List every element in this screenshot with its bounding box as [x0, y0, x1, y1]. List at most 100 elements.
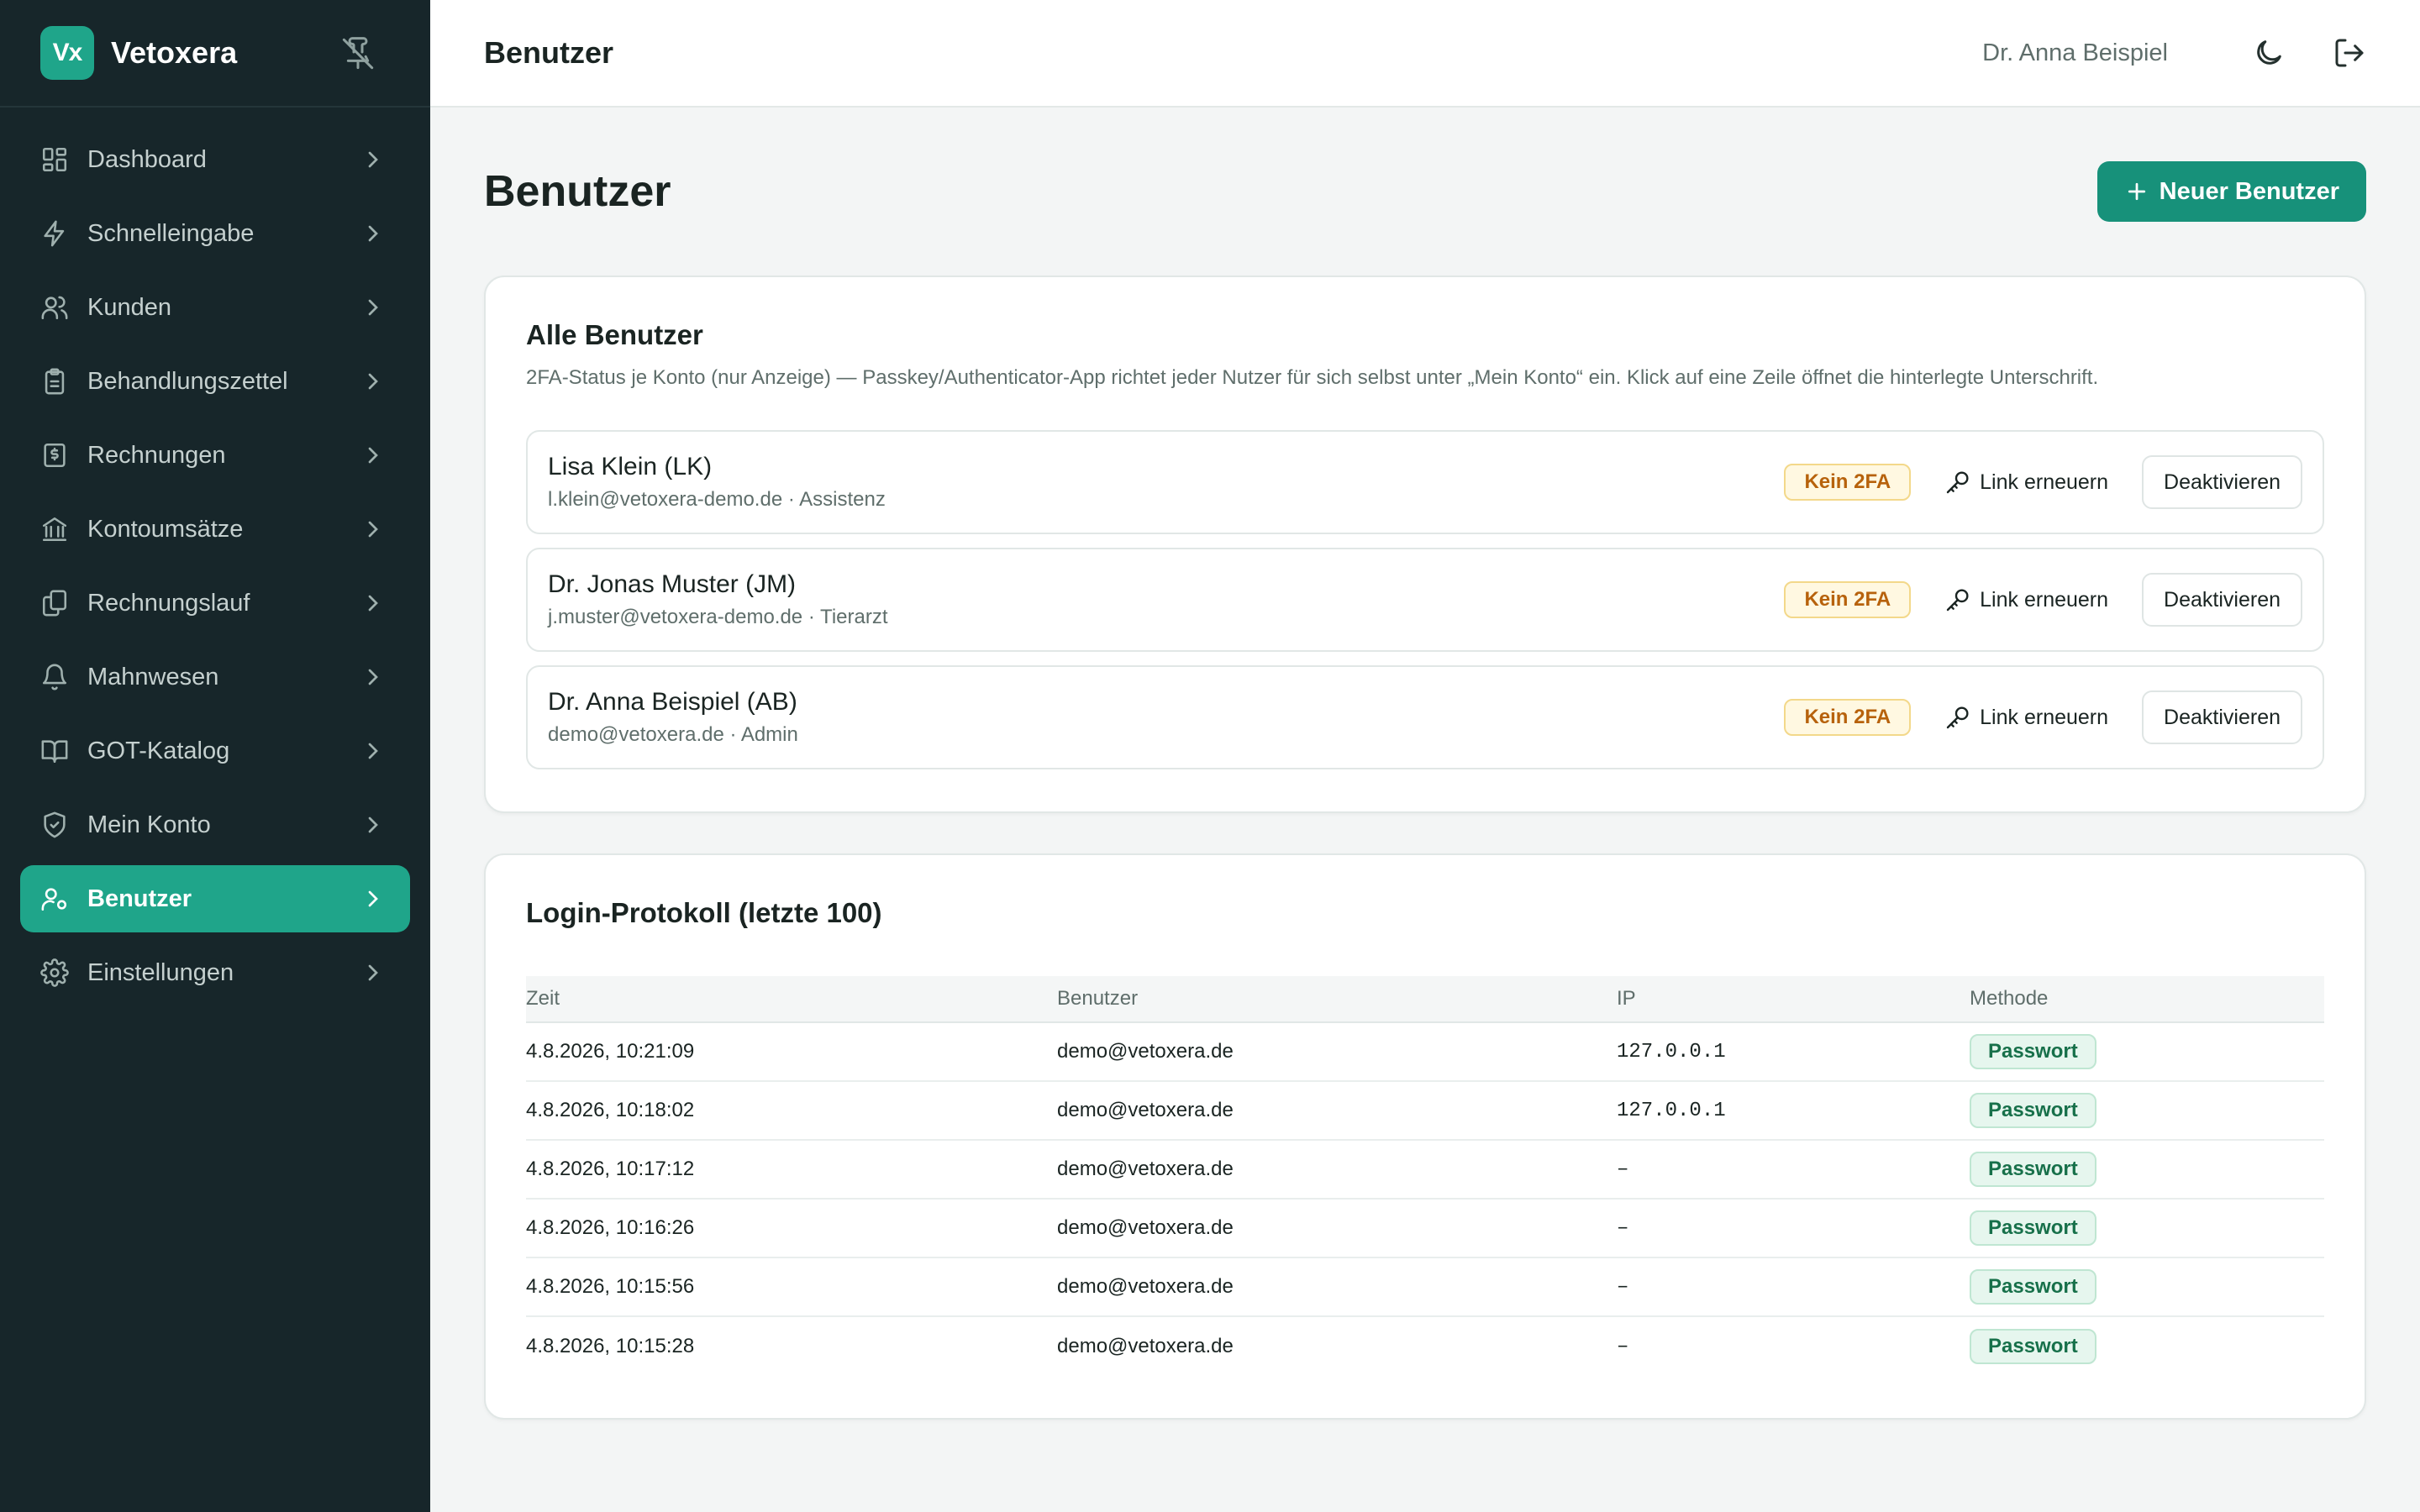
login-log-title: Login-Protokoll (letzte 100): [526, 897, 882, 928]
cell-time: 4.8.2026, 10:15:56: [526, 1275, 695, 1298]
renew-link-label: Link erneuern: [1980, 705, 2109, 729]
user-row[interactable]: Dr. Anna Beispiel (AB) demo@vetoxera.de …: [526, 665, 2324, 769]
main-content: Benutzer Neuer Benutzer Alle Benutzer 2F…: [430, 108, 2420, 1512]
sidebar-item-label: Einstellungen: [87, 958, 234, 986]
sidebar-item-got-katalog[interactable]: GOT-Katalog: [20, 717, 410, 785]
cell-ip: 127.0.0.1: [1617, 1040, 1726, 1063]
shield-icon: [44, 811, 66, 838]
table-row: 4.8.2026, 10:17:12 demo@vetoxera.de – Pa…: [526, 1141, 2324, 1200]
chevron-right-icon: [368, 225, 378, 242]
logo: Vx: [40, 26, 94, 80]
chevron-right-icon: [368, 816, 378, 833]
table-row: 4.8.2026, 10:15:28 demo@vetoxera.de – Pa…: [526, 1317, 2324, 1376]
renew-link-button[interactable]: Link erneuern: [1944, 704, 2108, 731]
sidebar-item-benutzer[interactable]: Benutzer: [20, 865, 410, 932]
chevron-right-icon: [368, 151, 378, 168]
chevron-right-icon: [368, 743, 378, 759]
2fa-status-badge: Kein 2FA: [1784, 464, 1912, 501]
sidebar-item-label: Benutzer: [87, 885, 192, 912]
table-header: Zeit Benutzer IP Methode: [526, 976, 2324, 1023]
method-badge: Passwort: [1970, 1152, 2096, 1187]
logout-icon[interactable]: [2333, 36, 2366, 70]
user-actions: Kein 2FA Link erneuern Deaktivieren: [1784, 455, 2302, 509]
cell-method: Passwort: [1970, 1329, 2324, 1364]
table-row: 4.8.2026, 10:21:09 demo@vetoxera.de 127.…: [526, 1023, 2324, 1082]
sidebar-item-mein-konto[interactable]: Mein Konto: [20, 791, 410, 858]
sidebar-item-label: Mahnwesen: [87, 663, 219, 690]
user-meta: l.klein@vetoxera-demo.de · Assistenz: [548, 488, 886, 511]
unpin-icon[interactable]: [341, 37, 375, 71]
chevron-right-icon: [368, 521, 378, 538]
chevron-right-icon: [368, 299, 378, 316]
user-list: Lisa Klein (LK) l.klein@vetoxera-demo.de…: [526, 430, 2324, 769]
key-icon: [1946, 706, 1969, 729]
chevron-right-icon: [368, 595, 378, 612]
page-header: Benutzer Neuer Benutzer: [484, 108, 2366, 276]
clipboard-icon: [45, 368, 65, 395]
user-info: Dr. Anna Beispiel (AB) demo@vetoxera.de …: [548, 688, 798, 747]
sidebar-item-mahnwesen[interactable]: Mahnwesen: [20, 643, 410, 711]
user-actions: Kein 2FA Link erneuern Deaktivieren: [1784, 690, 2302, 744]
sidebar-item-einstellungen[interactable]: Einstellungen: [20, 939, 410, 1006]
user-info: Lisa Klein (LK) l.klein@vetoxera-demo.de…: [548, 453, 886, 512]
header-title: Benutzer: [484, 35, 614, 70]
sidebar-item-label: Kunden: [87, 293, 171, 321]
user-cog-icon: [41, 888, 67, 911]
cell-user: demo@vetoxera.de: [1057, 1216, 1234, 1239]
method-badge: Passwort: [1970, 1093, 2096, 1128]
files-icon: [42, 590, 67, 617]
cell-method: Passwort: [1970, 1093, 2324, 1128]
sidebar-item-rechnungen[interactable]: Rechnungen: [20, 422, 410, 489]
new-user-button[interactable]: Neuer Benutzer: [2096, 161, 2366, 222]
book-icon: [41, 740, 68, 764]
top-bar: Benutzer Dr. Anna Beispiel: [430, 0, 2420, 108]
chevron-right-icon: [368, 669, 378, 685]
cell-time: 4.8.2026, 10:18:02: [526, 1099, 695, 1121]
deactivate-button[interactable]: Deaktivieren: [2142, 690, 2302, 744]
cell-ip: –: [1617, 1158, 1629, 1181]
cell-method: Passwort: [1970, 1269, 2324, 1305]
gear-icon: [40, 958, 69, 987]
cell-ip: –: [1617, 1335, 1629, 1358]
cell-ip: –: [1617, 1216, 1629, 1240]
cell-time: 4.8.2026, 10:21:09: [526, 1040, 695, 1063]
login-log-card: Login-Protokoll (letzte 100) Zeit Benutz…: [484, 853, 2366, 1420]
sidebar-item-behandlungszettel[interactable]: Behandlungszettel: [20, 348, 410, 415]
cell-ip: –: [1617, 1275, 1629, 1299]
users-card-title: Alle Benutzer: [526, 319, 703, 350]
sidebar-item-rechnungslauf[interactable]: Rechnungslauf: [20, 570, 410, 637]
users-icon: [41, 296, 68, 320]
sidebar-item-kunden[interactable]: Kunden: [20, 274, 410, 341]
renew-link-button[interactable]: Link erneuern: [1944, 469, 2108, 496]
user-row[interactable]: Lisa Klein (LK) l.klein@vetoxera-demo.de…: [526, 430, 2324, 534]
method-badge: Passwort: [1970, 1329, 2096, 1364]
moon-icon[interactable]: [2252, 36, 2286, 70]
user-meta: j.muster@vetoxera-demo.de · Tierarzt: [548, 606, 888, 628]
users-card-subtitle: 2FA-Status je Konto (nur Anzeige) — Pass…: [526, 366, 2099, 389]
bank-icon: [42, 517, 67, 542]
key-icon: [1946, 471, 1969, 494]
cell-method: Passwort: [1970, 1152, 2324, 1187]
user-actions: Kein 2FA Link erneuern Deaktivieren: [1784, 573, 2302, 627]
sidebar-item-label: GOT-Katalog: [87, 737, 230, 764]
renew-link-button[interactable]: Link erneuern: [1944, 586, 2108, 613]
new-user-button-label: Neuer Benutzer: [2159, 177, 2339, 205]
sidebar-nav: Dashboard Schnelleingabe Kunden Behandlu…: [0, 108, 430, 1006]
login-log-table: Zeit Benutzer IP Methode 4.8.2026, 10:21…: [526, 976, 2324, 1376]
sidebar-item-schnelleingabe[interactable]: Schnelleingabe: [20, 200, 410, 267]
user-info: Dr. Jonas Muster (JM) j.muster@vetoxera-…: [548, 570, 888, 629]
sidebar-item-dashboard[interactable]: Dashboard: [20, 126, 410, 193]
column-header-time: Zeit: [526, 987, 560, 1010]
cell-user: demo@vetoxera.de: [1057, 1099, 1234, 1121]
table-row: 4.8.2026, 10:15:56 demo@vetoxera.de – Pa…: [526, 1258, 2324, 1317]
bell-icon: [42, 664, 67, 690]
deactivate-button[interactable]: Deaktivieren: [2142, 573, 2302, 627]
user-name: Dr. Anna Beispiel (AB): [548, 688, 797, 716]
sidebar-item-label: Rechnungslauf: [87, 589, 250, 617]
cell-time: 4.8.2026, 10:15:28: [526, 1335, 695, 1357]
deactivate-button[interactable]: Deaktivieren: [2142, 455, 2302, 509]
user-row[interactable]: Dr. Jonas Muster (JM) j.muster@vetoxera-…: [526, 548, 2324, 652]
sidebar-item-kontoumsaetze[interactable]: Kontoumsätze: [20, 496, 410, 563]
sidebar-item-label: Dashboard: [87, 145, 207, 173]
dashboard-icon: [42, 147, 67, 172]
